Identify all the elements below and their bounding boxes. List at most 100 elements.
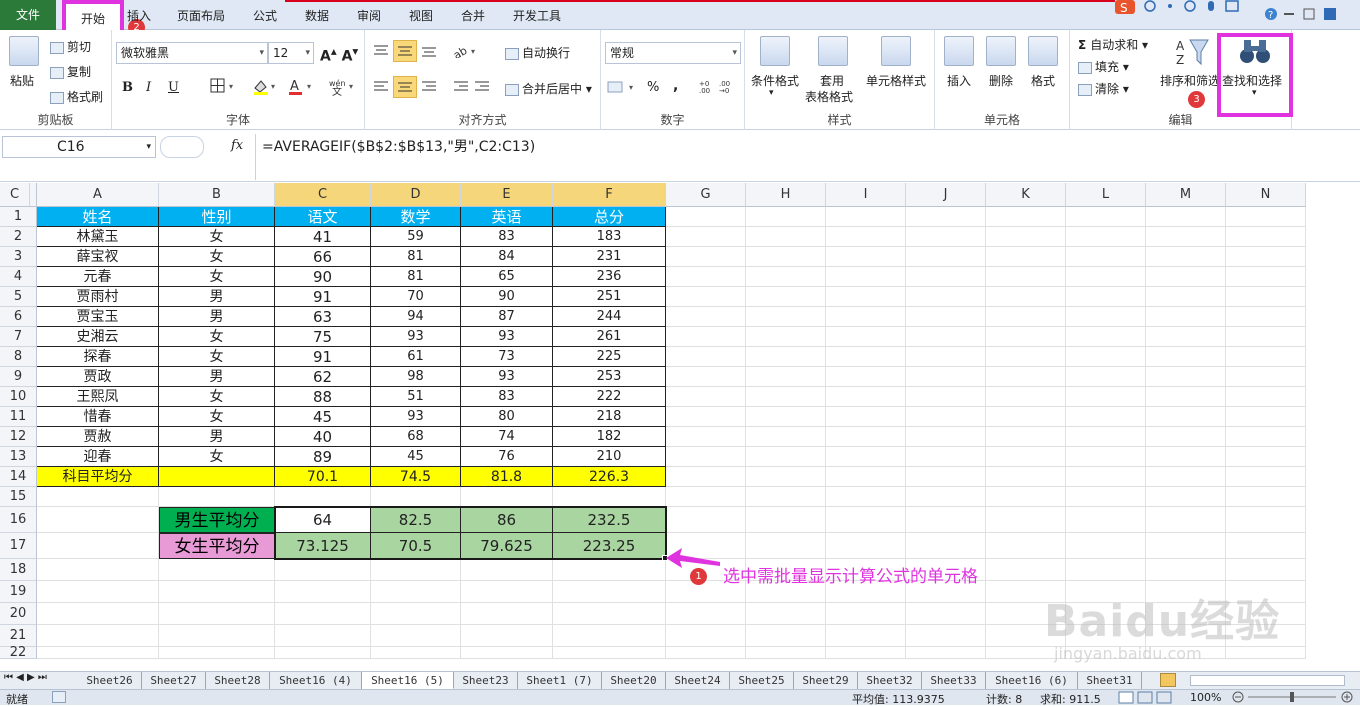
grid-cell[interactable]: [906, 367, 986, 387]
grid-cell[interactable]: [906, 647, 986, 659]
grid-cell[interactable]: [275, 487, 371, 507]
grid-cell[interactable]: [826, 447, 906, 467]
window-controls[interactable]: ?: [1264, 6, 1354, 26]
grid-cell[interactable]: [1226, 367, 1306, 387]
grid-cell[interactable]: [986, 247, 1066, 267]
merge-center-button[interactable]: 合并后居中 ▾: [505, 80, 592, 97]
table-data-cell[interactable]: 女: [159, 387, 275, 407]
average-row-cell[interactable]: 74.5: [371, 467, 461, 487]
row-header-6[interactable]: 6: [0, 307, 37, 327]
grid-cell[interactable]: [1226, 307, 1306, 327]
female-avg-value[interactable]: 223.25: [553, 533, 666, 559]
grid-cell[interactable]: [666, 387, 746, 407]
table-data-cell[interactable]: 贾赦: [37, 427, 159, 447]
grid-cell[interactable]: [986, 447, 1066, 467]
male-avg-value[interactable]: 64: [275, 507, 371, 533]
grid-cell[interactable]: [906, 227, 986, 247]
row-header-15[interactable]: 15: [0, 487, 37, 507]
grid-cell[interactable]: [986, 327, 1066, 347]
grid-cell[interactable]: [986, 533, 1066, 559]
cut-button[interactable]: 剪切: [50, 38, 91, 55]
wrap-text-button[interactable]: 自动换行: [505, 44, 570, 61]
align-right-icon[interactable]: [421, 80, 437, 97]
formula-bar-toggle[interactable]: [160, 136, 204, 158]
indent-icons[interactable]: [453, 80, 493, 97]
table-data-cell[interactable]: 83: [461, 387, 553, 407]
table-data-cell[interactable]: 65: [461, 267, 553, 287]
sheet-tab[interactable]: Sheet27: [142, 672, 206, 689]
row-header-19[interactable]: 19: [0, 581, 37, 603]
font-name-select[interactable]: 微软雅黑 ▾: [116, 42, 268, 64]
macro-record-icon[interactable]: [52, 691, 66, 703]
table-data-cell[interactable]: 男: [159, 427, 275, 447]
column-header-n[interactable]: N: [1226, 183, 1306, 207]
table-data-cell[interactable]: 261: [553, 327, 666, 347]
number-format-select[interactable]: 常规 ▾: [605, 42, 741, 64]
row-header-10[interactable]: 10: [0, 387, 37, 407]
sort-filter-button[interactable]: 排序和筛选: [1160, 72, 1220, 89]
grid-cell[interactable]: [1146, 407, 1226, 427]
table-data-cell[interactable]: 87: [461, 307, 553, 327]
grid-cell[interactable]: [746, 427, 826, 447]
table-data-cell[interactable]: 253: [553, 367, 666, 387]
grid-cell[interactable]: [1146, 207, 1226, 227]
grid-cell[interactable]: [371, 603, 461, 625]
table-data-cell[interactable]: 183: [553, 227, 666, 247]
orientation-icon[interactable]: ab ▾: [451, 44, 479, 62]
table-data-cell[interactable]: 51: [371, 387, 461, 407]
grid-cell[interactable]: [371, 487, 461, 507]
grid-cell[interactable]: [746, 447, 826, 467]
table-header-cell[interactable]: 总分: [553, 207, 666, 227]
grid-cell[interactable]: [906, 327, 986, 347]
grid-cell[interactable]: [746, 407, 826, 427]
grid-cell[interactable]: [986, 487, 1066, 507]
row-header-4[interactable]: 4: [0, 267, 37, 287]
table-data-cell[interactable]: 76: [461, 447, 553, 467]
table-data-cell[interactable]: 59: [371, 227, 461, 247]
grid-cell[interactable]: [1226, 447, 1306, 467]
grid-cell[interactable]: [1146, 367, 1226, 387]
grid-cell[interactable]: [826, 467, 906, 487]
grid-cell[interactable]: [1066, 427, 1146, 447]
grid-cell[interactable]: [159, 581, 275, 603]
table-data-cell[interactable]: 89: [275, 447, 371, 467]
table-data-cell[interactable]: 女: [159, 447, 275, 467]
male-avg-value[interactable]: 86: [461, 507, 553, 533]
grid-cell[interactable]: [37, 533, 159, 559]
female-avg-label[interactable]: 女生平均分: [159, 533, 275, 559]
column-header-c[interactable]: C: [0, 183, 30, 207]
grid-cell[interactable]: [37, 507, 159, 533]
grid-cell[interactable]: [746, 267, 826, 287]
insert-cells-button[interactable]: 插入: [947, 72, 971, 89]
grid-cell[interactable]: [1146, 387, 1226, 407]
column-header-i[interactable]: I: [826, 183, 906, 207]
format-cells-icon[interactable]: [1028, 36, 1058, 66]
grid-cell[interactable]: [666, 347, 746, 367]
table-data-cell[interactable]: 84: [461, 247, 553, 267]
grid-cell[interactable]: [1066, 559, 1146, 581]
grid-cell[interactable]: [986, 467, 1066, 487]
grid-cell[interactable]: [37, 625, 159, 647]
format-table-label-1[interactable]: 套用: [820, 72, 844, 89]
average-row-cell[interactable]: [159, 467, 275, 487]
grid-cell[interactable]: [986, 387, 1066, 407]
grid-cell[interactable]: [1226, 387, 1306, 407]
table-data-cell[interactable]: 史湘云: [37, 327, 159, 347]
fill-button[interactable]: 填充 ▾: [1078, 58, 1129, 75]
grid-cell[interactable]: [906, 207, 986, 227]
format-table-label-2[interactable]: 表格格式: [805, 88, 853, 105]
column-header-m[interactable]: M: [1146, 183, 1226, 207]
table-data-cell[interactable]: 93: [461, 327, 553, 347]
grid-cell[interactable]: [1226, 347, 1306, 367]
table-data-cell[interactable]: 225: [553, 347, 666, 367]
tab-data[interactable]: 数据: [296, 6, 338, 26]
grid-cell[interactable]: [461, 647, 553, 659]
grow-font-button[interactable]: A▴ A▾: [320, 44, 358, 65]
grid-cell[interactable]: [986, 227, 1066, 247]
grid-cell[interactable]: [1226, 247, 1306, 267]
grid-cell[interactable]: [1226, 507, 1306, 533]
tab-view[interactable]: 视图: [400, 6, 442, 26]
column-header-f[interactable]: F: [553, 183, 666, 207]
column-header-e[interactable]: E: [461, 183, 553, 207]
sheet-tab[interactable]: Sheet31: [1078, 672, 1142, 689]
